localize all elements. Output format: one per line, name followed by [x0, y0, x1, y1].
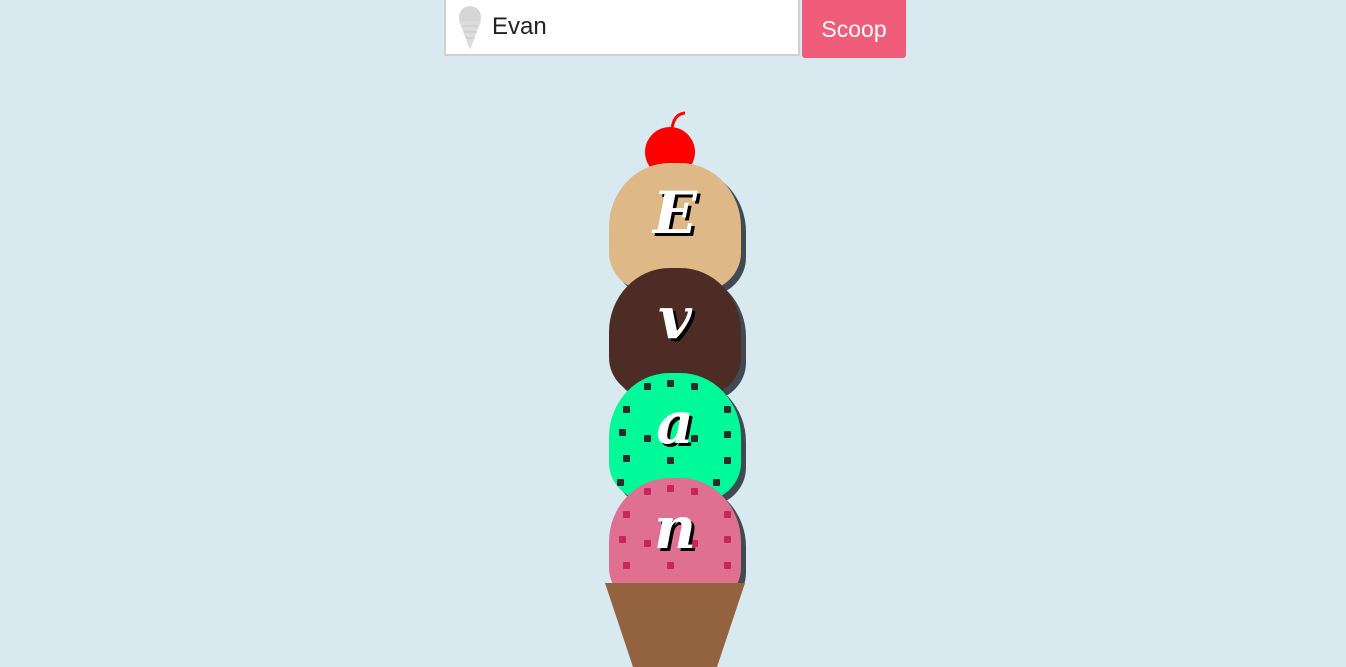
waffle-cone: [605, 583, 745, 667]
scoop-letter: n: [653, 494, 697, 562]
scoop-letter: E: [652, 179, 698, 247]
ice-cream-stack: E v a n: [0, 0, 1346, 667]
scoop-letter: v: [658, 284, 692, 352]
scoop-letter: a: [656, 389, 694, 457]
